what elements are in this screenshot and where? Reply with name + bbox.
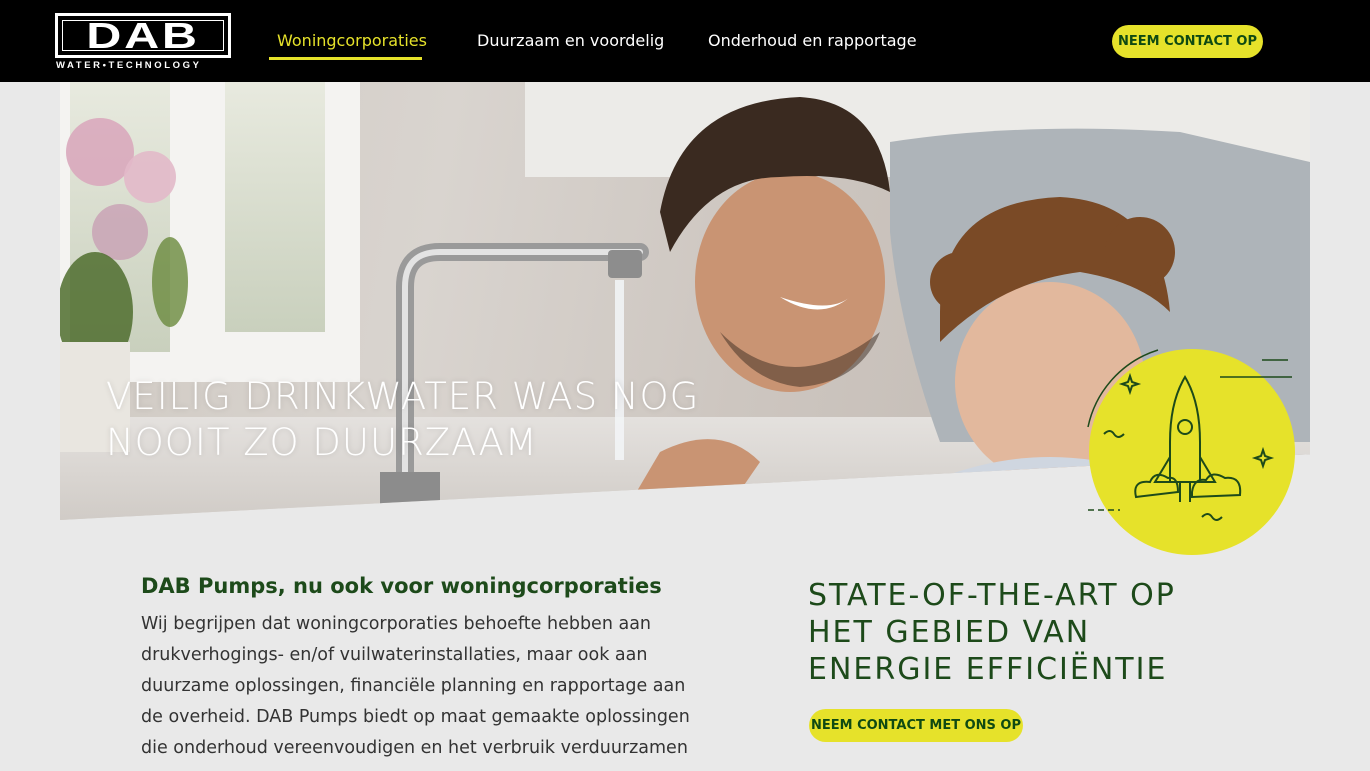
intro-paragraph: Wij begrijpen dat woningcorporaties beho… <box>141 609 701 764</box>
paragraph-line: de overheid. DAB Pumps biedt op maat gem… <box>141 707 690 727</box>
section-heading: DAB Pumps, nu ook voor woningcorporaties <box>141 574 662 598</box>
hero-headline-line: VEILIG DRINKWATER WAS NOG <box>106 375 700 418</box>
hero-headline-line: NOOIT ZO DUURZAAM <box>106 421 538 464</box>
paragraph-line: die onderhoud vereenvoudigen en het verb… <box>141 738 688 758</box>
heading-line: HET GEBIED VAN <box>808 615 1091 650</box>
logo-inner-frame: DAB <box>62 14 224 56</box>
logo-tagline: WATER•TECHNOLOGY <box>56 60 202 71</box>
hero-headline: VEILIG DRINKWATER WAS NOG NOOIT ZO DUURZ… <box>106 374 699 466</box>
logo-wordmark: DAB <box>86 14 200 56</box>
paragraph-line: duurzame oplossingen, financiële plannin… <box>141 676 686 696</box>
paragraph-line: Wij begrijpen dat woningcorporaties beho… <box>141 614 652 634</box>
contact-button[interactable]: NEEM CONTACT OP <box>1112 25 1263 58</box>
logo-frame: DAB <box>55 13 231 58</box>
dab-logo[interactable]: DAB WATER•TECHNOLOGY <box>55 13 231 73</box>
nav-item-duurzaam-en-voordelig[interactable]: Duurzaam en voordelig <box>477 31 664 50</box>
nav-item-onderhoud-en-rapportage[interactable]: Onderhoud en rapportage <box>708 31 917 50</box>
heading-line: STATE-OF-THE-ART OP <box>808 578 1176 613</box>
heading-line: ENERGIE EFFICIËNTIE <box>808 652 1168 687</box>
energy-efficiency-heading: STATE-OF-THE-ART OP HET GEBIED VAN ENERG… <box>808 577 1176 688</box>
site-header: DAB WATER•TECHNOLOGY Woningcorporaties D… <box>0 0 1370 82</box>
paragraph-line: drukverhogings- en/of vuilwaterinstallat… <box>141 645 648 665</box>
nav-active-indicator <box>269 57 422 60</box>
rocket-badge <box>1087 349 1295 555</box>
nav-item-woningcorporaties[interactable]: Woningcorporaties <box>277 31 427 50</box>
contact-us-button[interactable]: NEEM CONTACT MET ONS OP <box>809 709 1023 742</box>
